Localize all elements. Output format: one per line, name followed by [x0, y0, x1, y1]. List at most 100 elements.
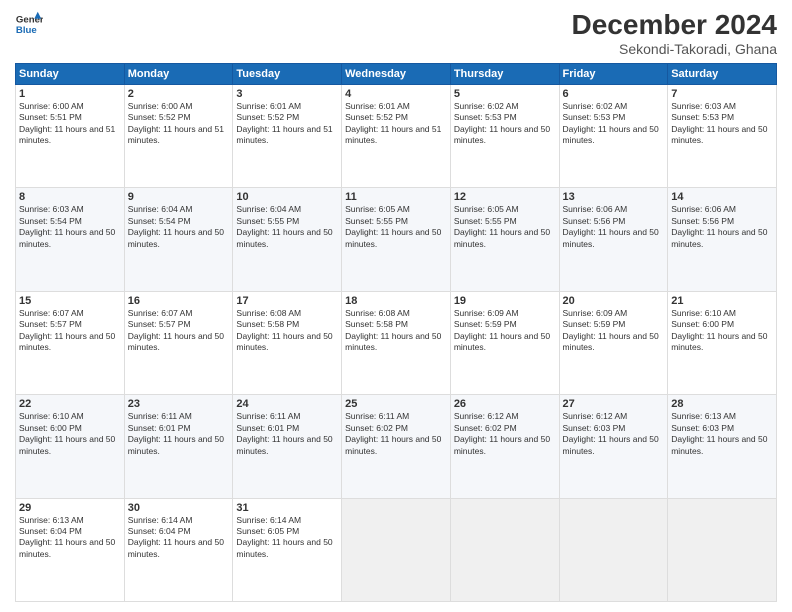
logo: General Blue	[15, 10, 43, 38]
table-row	[342, 498, 451, 601]
col-wednesday: Wednesday	[342, 63, 451, 84]
cell-info: Sunrise: 6:13 AM Sunset: 6:04 PM Dayligh…	[19, 515, 121, 561]
table-row: 10Sunrise: 6:04 AM Sunset: 5:55 PM Dayli…	[233, 188, 342, 291]
day-number: 3	[236, 88, 338, 100]
day-number: 8	[19, 191, 121, 203]
day-number: 22	[19, 398, 121, 410]
day-number: 21	[671, 295, 773, 307]
day-number: 28	[671, 398, 773, 410]
table-row: 18Sunrise: 6:08 AM Sunset: 5:58 PM Dayli…	[342, 291, 451, 394]
day-number: 15	[19, 295, 121, 307]
day-number: 14	[671, 191, 773, 203]
day-number: 29	[19, 502, 121, 514]
table-row: 17Sunrise: 6:08 AM Sunset: 5:58 PM Dayli…	[233, 291, 342, 394]
cell-info: Sunrise: 6:11 AM Sunset: 6:01 PM Dayligh…	[128, 411, 230, 457]
cell-info: Sunrise: 6:04 AM Sunset: 5:55 PM Dayligh…	[236, 204, 338, 250]
page: General Blue December 2024 Sekondi-Takor…	[0, 0, 792, 612]
day-number: 6	[563, 88, 665, 100]
day-number: 27	[563, 398, 665, 410]
subtitle: Sekondi-Takoradi, Ghana	[572, 41, 777, 57]
day-number: 24	[236, 398, 338, 410]
day-number: 25	[345, 398, 447, 410]
table-row: 12Sunrise: 6:05 AM Sunset: 5:55 PM Dayli…	[450, 188, 559, 291]
col-thursday: Thursday	[450, 63, 559, 84]
cell-info: Sunrise: 6:05 AM Sunset: 5:55 PM Dayligh…	[345, 204, 447, 250]
day-number: 11	[345, 191, 447, 203]
cell-info: Sunrise: 6:12 AM Sunset: 6:02 PM Dayligh…	[454, 411, 556, 457]
cell-info: Sunrise: 6:09 AM Sunset: 5:59 PM Dayligh…	[454, 308, 556, 354]
day-number: 9	[128, 191, 230, 203]
calendar-table: Sunday Monday Tuesday Wednesday Thursday…	[15, 63, 777, 602]
table-row: 26Sunrise: 6:12 AM Sunset: 6:02 PM Dayli…	[450, 395, 559, 498]
day-number: 4	[345, 88, 447, 100]
col-saturday: Saturday	[668, 63, 777, 84]
table-row: 14Sunrise: 6:06 AM Sunset: 5:56 PM Dayli…	[668, 188, 777, 291]
cell-info: Sunrise: 6:00 AM Sunset: 5:52 PM Dayligh…	[128, 101, 230, 147]
day-number: 2	[128, 88, 230, 100]
week-row-3: 15Sunrise: 6:07 AM Sunset: 5:57 PM Dayli…	[16, 291, 777, 394]
col-tuesday: Tuesday	[233, 63, 342, 84]
table-row: 27Sunrise: 6:12 AM Sunset: 6:03 PM Dayli…	[559, 395, 668, 498]
table-row: 29Sunrise: 6:13 AM Sunset: 6:04 PM Dayli…	[16, 498, 125, 601]
col-monday: Monday	[124, 63, 233, 84]
table-row: 19Sunrise: 6:09 AM Sunset: 5:59 PM Dayli…	[450, 291, 559, 394]
cell-info: Sunrise: 6:00 AM Sunset: 5:51 PM Dayligh…	[19, 101, 121, 147]
table-row: 16Sunrise: 6:07 AM Sunset: 5:57 PM Dayli…	[124, 291, 233, 394]
day-number: 23	[128, 398, 230, 410]
day-number: 5	[454, 88, 556, 100]
table-row: 2Sunrise: 6:00 AM Sunset: 5:52 PM Daylig…	[124, 84, 233, 187]
table-row: 5Sunrise: 6:02 AM Sunset: 5:53 PM Daylig…	[450, 84, 559, 187]
day-number: 19	[454, 295, 556, 307]
header-row: Sunday Monday Tuesday Wednesday Thursday…	[16, 63, 777, 84]
day-number: 1	[19, 88, 121, 100]
svg-text:Blue: Blue	[16, 25, 37, 36]
table-row: 25Sunrise: 6:11 AM Sunset: 6:02 PM Dayli…	[342, 395, 451, 498]
table-row: 11Sunrise: 6:05 AM Sunset: 5:55 PM Dayli…	[342, 188, 451, 291]
week-row-2: 8Sunrise: 6:03 AM Sunset: 5:54 PM Daylig…	[16, 188, 777, 291]
cell-info: Sunrise: 6:01 AM Sunset: 5:52 PM Dayligh…	[236, 101, 338, 147]
table-row	[559, 498, 668, 601]
day-number: 18	[345, 295, 447, 307]
table-row: 6Sunrise: 6:02 AM Sunset: 5:53 PM Daylig…	[559, 84, 668, 187]
cell-info: Sunrise: 6:07 AM Sunset: 5:57 PM Dayligh…	[19, 308, 121, 354]
table-row: 31Sunrise: 6:14 AM Sunset: 6:05 PM Dayli…	[233, 498, 342, 601]
day-number: 13	[563, 191, 665, 203]
cell-info: Sunrise: 6:01 AM Sunset: 5:52 PM Dayligh…	[345, 101, 447, 147]
cell-info: Sunrise: 6:11 AM Sunset: 6:01 PM Dayligh…	[236, 411, 338, 457]
table-row: 9Sunrise: 6:04 AM Sunset: 5:54 PM Daylig…	[124, 188, 233, 291]
cell-info: Sunrise: 6:04 AM Sunset: 5:54 PM Dayligh…	[128, 204, 230, 250]
cell-info: Sunrise: 6:07 AM Sunset: 5:57 PM Dayligh…	[128, 308, 230, 354]
table-row: 20Sunrise: 6:09 AM Sunset: 5:59 PM Dayli…	[559, 291, 668, 394]
day-number: 16	[128, 295, 230, 307]
header: General Blue December 2024 Sekondi-Takor…	[15, 10, 777, 57]
title-section: December 2024 Sekondi-Takoradi, Ghana	[572, 10, 777, 57]
table-row: 15Sunrise: 6:07 AM Sunset: 5:57 PM Dayli…	[16, 291, 125, 394]
cell-info: Sunrise: 6:11 AM Sunset: 6:02 PM Dayligh…	[345, 411, 447, 457]
day-number: 17	[236, 295, 338, 307]
cell-info: Sunrise: 6:14 AM Sunset: 6:05 PM Dayligh…	[236, 515, 338, 561]
table-row	[668, 498, 777, 601]
day-number: 30	[128, 502, 230, 514]
cell-info: Sunrise: 6:14 AM Sunset: 6:04 PM Dayligh…	[128, 515, 230, 561]
col-friday: Friday	[559, 63, 668, 84]
table-row: 21Sunrise: 6:10 AM Sunset: 6:00 PM Dayli…	[668, 291, 777, 394]
day-number: 20	[563, 295, 665, 307]
cell-info: Sunrise: 6:02 AM Sunset: 5:53 PM Dayligh…	[563, 101, 665, 147]
week-row-5: 29Sunrise: 6:13 AM Sunset: 6:04 PM Dayli…	[16, 498, 777, 601]
table-row: 22Sunrise: 6:10 AM Sunset: 6:00 PM Dayli…	[16, 395, 125, 498]
day-number: 31	[236, 502, 338, 514]
cell-info: Sunrise: 6:02 AM Sunset: 5:53 PM Dayligh…	[454, 101, 556, 147]
cell-info: Sunrise: 6:09 AM Sunset: 5:59 PM Dayligh…	[563, 308, 665, 354]
table-row	[450, 498, 559, 601]
cell-info: Sunrise: 6:06 AM Sunset: 5:56 PM Dayligh…	[671, 204, 773, 250]
table-row: 23Sunrise: 6:11 AM Sunset: 6:01 PM Dayli…	[124, 395, 233, 498]
cell-info: Sunrise: 6:10 AM Sunset: 6:00 PM Dayligh…	[19, 411, 121, 457]
cell-info: Sunrise: 6:03 AM Sunset: 5:53 PM Dayligh…	[671, 101, 773, 147]
day-number: 26	[454, 398, 556, 410]
cell-info: Sunrise: 6:08 AM Sunset: 5:58 PM Dayligh…	[236, 308, 338, 354]
cell-info: Sunrise: 6:06 AM Sunset: 5:56 PM Dayligh…	[563, 204, 665, 250]
table-row: 28Sunrise: 6:13 AM Sunset: 6:03 PM Dayli…	[668, 395, 777, 498]
week-row-1: 1Sunrise: 6:00 AM Sunset: 5:51 PM Daylig…	[16, 84, 777, 187]
day-number: 12	[454, 191, 556, 203]
cell-info: Sunrise: 6:12 AM Sunset: 6:03 PM Dayligh…	[563, 411, 665, 457]
